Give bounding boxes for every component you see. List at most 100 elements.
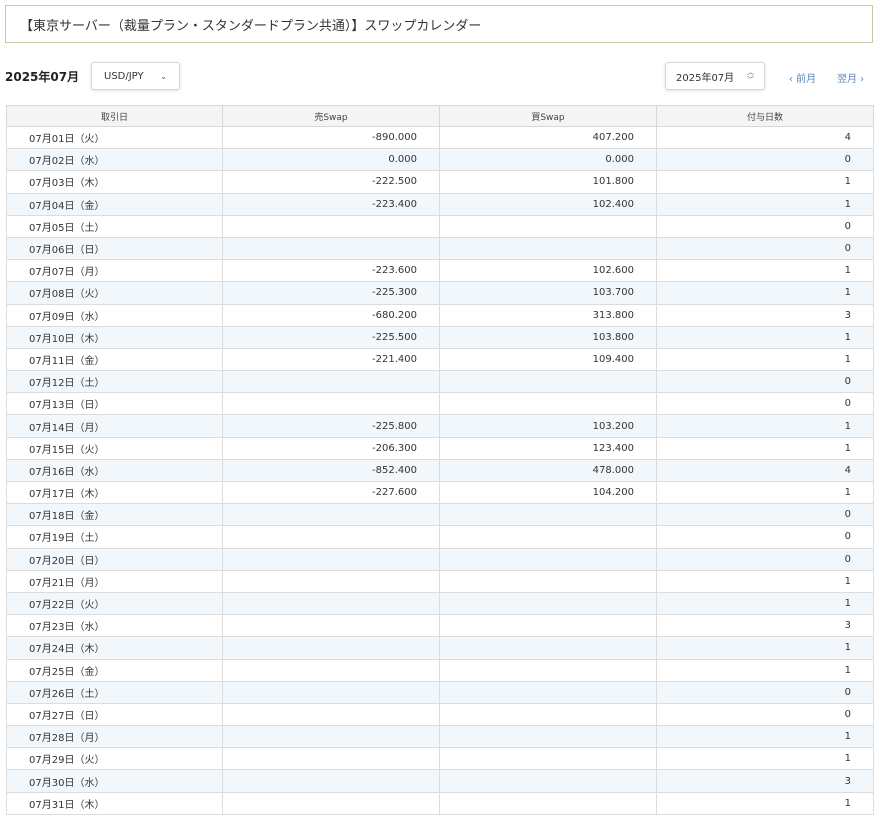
date-cell: 07月04日（金） (6, 192, 223, 216)
table-row: 07月08日（火） -225.300 103.700 1 (6, 281, 874, 305)
date-cell: 07月22日（火） (6, 591, 223, 616)
buy-swap-cell: 313.800 (439, 303, 657, 327)
days-cell: 0 (656, 392, 874, 416)
sell-swap-cell: -890.000 (222, 125, 440, 150)
buy-swap-cell (439, 236, 657, 261)
buy-swap-cell (439, 725, 657, 749)
table-row: 07月12日（土） 0 (6, 370, 874, 394)
date-cell: 07月21日（月） (6, 569, 223, 593)
buy-swap-cell (439, 569, 657, 593)
days-cell: 0 (656, 148, 874, 172)
table-row: 07月20日（日） 0 (6, 547, 874, 571)
sell-swap-cell (222, 658, 440, 682)
date-cell: 07月02日（水） (6, 148, 223, 172)
sell-swap-cell: 0.000 (222, 148, 440, 172)
table-row: 07月02日（水） 0.000 0.000 0 (6, 148, 874, 172)
date-cell: 07月23日（水） (6, 614, 223, 638)
sell-swap-cell (222, 791, 440, 815)
date-cell: 07月13日（日） (6, 392, 223, 416)
buy-swap-cell: 102.600 (439, 259, 657, 283)
buy-swap-cell (439, 591, 657, 616)
sell-swap-cell (222, 636, 440, 660)
table-row: 07月17日（木） -227.600 104.200 1 (6, 480, 874, 505)
table-row: 07月31日（木） 1 (6, 791, 874, 815)
table-body: 07月01日（火） -890.000 407.200 4 07月02日（水） 0.000 0… (6, 125, 874, 815)
buy-swap-cell: 478.000 (439, 458, 657, 483)
days-cell: 0 (656, 547, 874, 571)
days-cell: 1 (656, 347, 874, 372)
buy-swap-cell (439, 747, 657, 771)
days-cell: 0 (656, 214, 874, 238)
table-row: 07月23日（水） 3 (6, 614, 874, 638)
sell-swap-cell (222, 236, 440, 261)
table-header-row: 取引日 売Swap 買Swap 付与日数 (6, 105, 874, 127)
buy-swap-cell: 104.200 (439, 480, 657, 505)
date-cell: 07月07日（月） (6, 259, 223, 283)
current-month-label: 2025年07月 (5, 70, 80, 84)
days-cell: 1 (656, 591, 874, 616)
days-cell: 1 (656, 636, 874, 660)
days-cell: 1 (656, 658, 874, 682)
days-cell: 1 (656, 281, 874, 305)
buy-swap-cell (439, 547, 657, 571)
sell-swap-cell (222, 569, 440, 593)
sell-swap-cell (222, 392, 440, 416)
sell-swap-cell: -223.600 (222, 259, 440, 283)
page-title: 【東京サーバー（裁量プラン・スタンダードプラン共通）】スワップカレンダー (20, 18, 482, 34)
days-cell: 1 (656, 791, 874, 815)
buy-swap-cell: 102.400 (439, 192, 657, 216)
date-cell: 07月26日（土） (6, 680, 223, 704)
buy-swap-cell (439, 370, 657, 394)
table-row: 07月03日（木） -222.500 101.800 1 (6, 170, 874, 194)
date-cell: 07月11日（金） (6, 347, 223, 372)
sell-swap-cell: -852.400 (222, 458, 440, 483)
sell-swap-cell (222, 503, 440, 527)
sell-swap-cell: -225.500 (222, 325, 440, 349)
table-row: 07月21日（月） 1 (6, 569, 874, 593)
days-cell: 4 (656, 458, 874, 483)
prev-month-link[interactable]: ‹ 前月 (789, 70, 816, 85)
buy-swap-cell (439, 702, 657, 727)
table-row: 07月30日（水） 3 (6, 769, 874, 793)
days-cell: 1 (656, 259, 874, 283)
sell-swap-cell (222, 614, 440, 638)
date-cell: 07月14日（月） (6, 414, 223, 438)
month-select[interactable]: 2025年07月 ︿ ﹀ (665, 62, 765, 90)
next-month-link[interactable]: 翌月 › (837, 70, 864, 85)
sell-swap-cell (222, 214, 440, 238)
sell-swap-cell: -223.400 (222, 192, 440, 216)
date-cell: 07月09日（水） (6, 303, 223, 327)
days-cell: 1 (656, 725, 874, 749)
days-cell: 3 (656, 303, 874, 327)
buy-swap-cell (439, 636, 657, 660)
date-cell: 07月12日（土） (6, 370, 223, 394)
date-cell: 07月30日（水） (6, 769, 223, 793)
date-cell: 07月29日（火） (6, 747, 223, 771)
days-cell: 1 (656, 747, 874, 771)
currency-pair-select[interactable]: USD/JPY ⌄ (91, 62, 180, 90)
date-cell: 07月18日（金） (6, 503, 223, 527)
sell-swap-cell (222, 370, 440, 394)
days-cell: 1 (656, 414, 874, 438)
days-cell: 0 (656, 702, 874, 727)
sell-swap-cell (222, 591, 440, 616)
buy-swap-cell: 103.200 (439, 414, 657, 438)
sell-swap-cell (222, 680, 440, 704)
sell-swap-cell (222, 547, 440, 571)
date-cell: 07月24日（木） (6, 636, 223, 660)
table-row: 07月11日（金） -221.400 109.400 1 (6, 347, 874, 372)
days-cell: 3 (656, 614, 874, 638)
buy-swap-cell (439, 769, 657, 793)
table-row: 07月28日（月） 1 (6, 725, 874, 749)
date-cell: 07月31日（木） (6, 791, 223, 815)
sell-swap-cell: -680.200 (222, 303, 440, 327)
column-header-buy-swap: 買Swap (439, 105, 657, 127)
table-row: 07月22日（火） 1 (6, 591, 874, 616)
table-row: 07月09日（水） -680.200 313.800 3 (6, 303, 874, 327)
buy-swap-cell: 109.400 (439, 347, 657, 372)
date-cell: 07月06日（日） (6, 236, 223, 261)
days-cell: 0 (656, 236, 874, 261)
days-cell: 4 (656, 125, 874, 150)
days-cell: 0 (656, 370, 874, 394)
date-cell: 07月08日（火） (6, 281, 223, 305)
